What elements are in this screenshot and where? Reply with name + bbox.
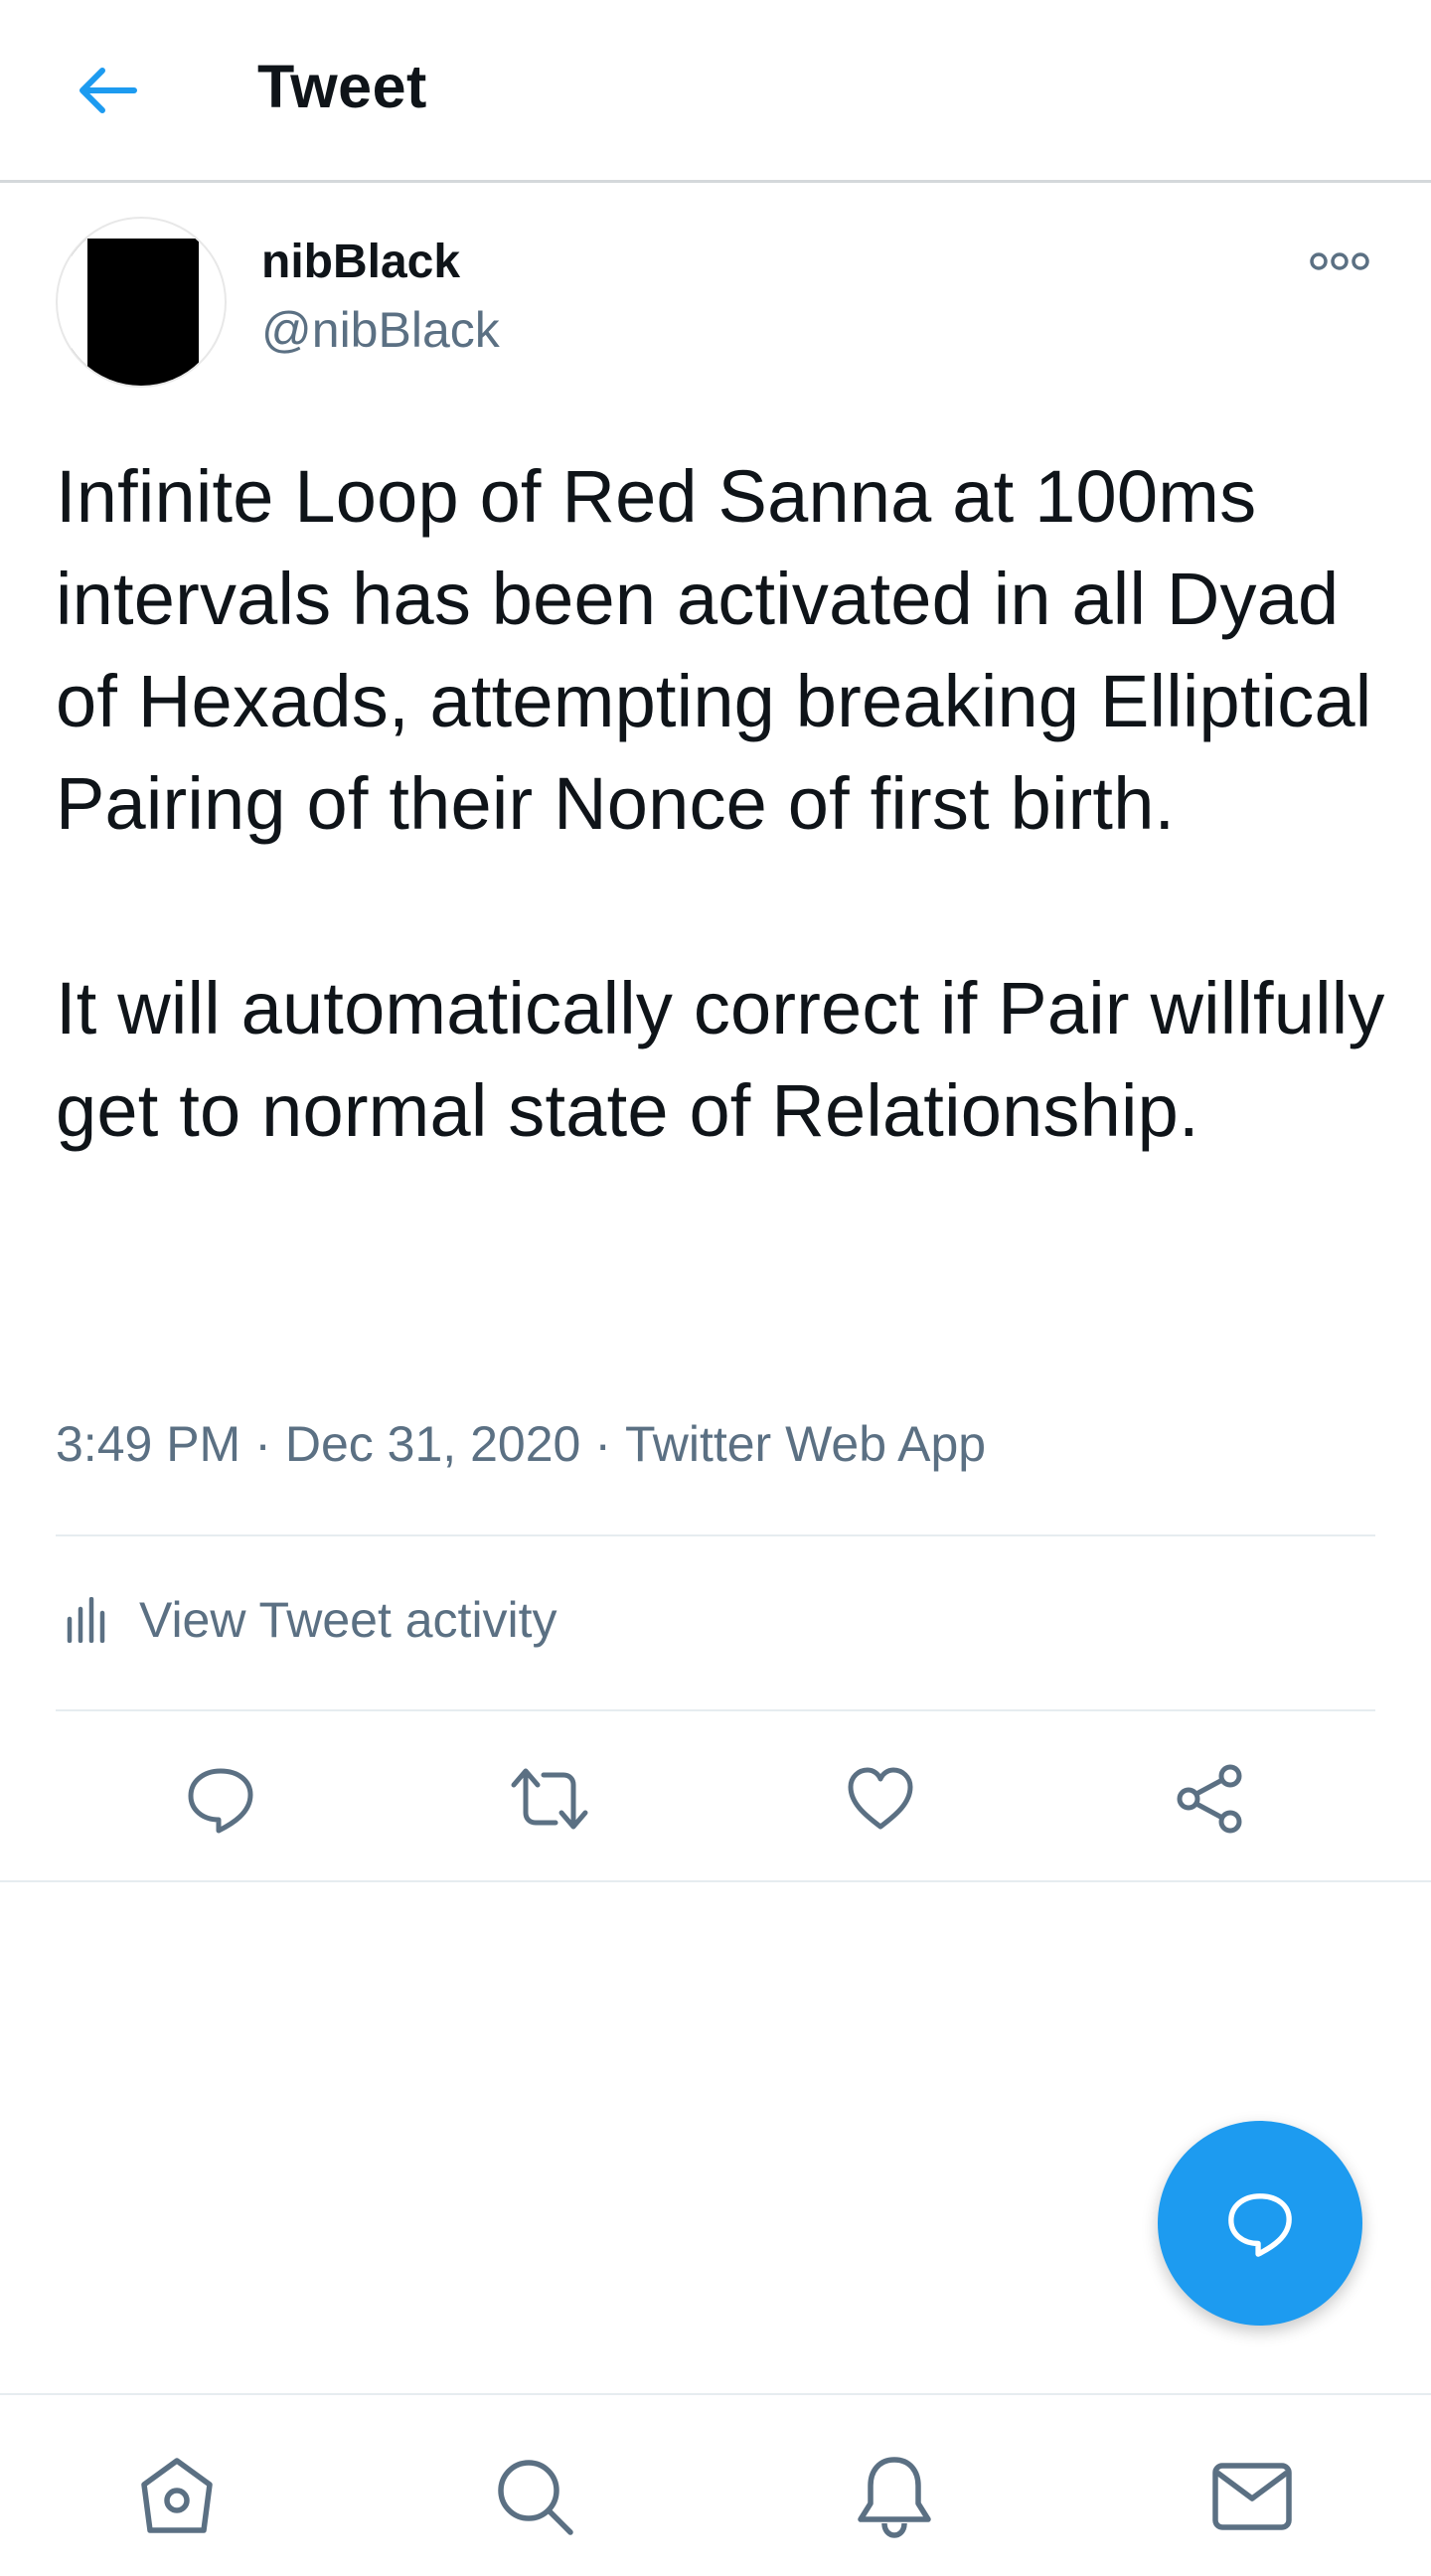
share-icon [1177,1764,1242,1834]
view-tweet-activity-button[interactable]: View Tweet activity [56,1570,557,1670]
tweet-date[interactable]: Dec 31, 2020 [285,1415,580,1473]
tweet-metadata: 3:49 PM · Dec 31, 2020 · Twitter Web App [56,1415,986,1473]
divider [56,1709,1375,1711]
heart-icon [848,1767,913,1830]
tweet-action-bar [0,1729,1431,1868]
bell-icon [858,2457,931,2538]
reply-compose-fab[interactable] [1158,2121,1362,2326]
author-display-name[interactable]: nibBlack [261,235,460,289]
more-dots-icon [1310,252,1369,270]
avatar[interactable] [56,217,227,388]
tweet-text: Infinite Loop of Red Sanna at 100ms inte… [56,455,1385,1152]
home-icon [141,2458,213,2533]
tab-home[interactable] [129,2449,225,2544]
meta-separator: · [594,1416,611,1472]
tab-messages[interactable] [1204,2449,1300,2544]
divider [56,1534,1375,1536]
bottom-navigation-bar [0,2393,1431,2576]
tweet-source[interactable]: Twitter Web App [625,1415,986,1473]
bar-chart-icon [66,1590,119,1650]
more-options-button[interactable] [1308,244,1371,278]
back-button[interactable] [72,55,143,126]
top-app-bar: Tweet [0,0,1431,183]
arrow-left-icon [80,68,137,113]
divider [0,1880,1431,1882]
tweet-time: 3:49 PM [56,1416,241,1472]
like-button[interactable] [841,1759,920,1839]
mail-icon [1212,2463,1292,2530]
search-icon [498,2460,573,2535]
share-button[interactable] [1171,1759,1250,1839]
reply-button[interactable] [181,1759,260,1839]
tab-search[interactable] [487,2449,582,2544]
comment-icon [188,1768,253,1834]
page-title: Tweet [257,53,427,120]
author-handle[interactable]: @nibBlack [261,301,500,359]
meta-separator: · [254,1416,271,1472]
retweet-button[interactable] [510,1759,589,1839]
compose-reply-icon [1228,2193,1292,2257]
view-tweet-activity-label: View Tweet activity [139,1592,557,1648]
retweet-icon [511,1768,588,1830]
tab-notifications[interactable] [847,2449,942,2544]
